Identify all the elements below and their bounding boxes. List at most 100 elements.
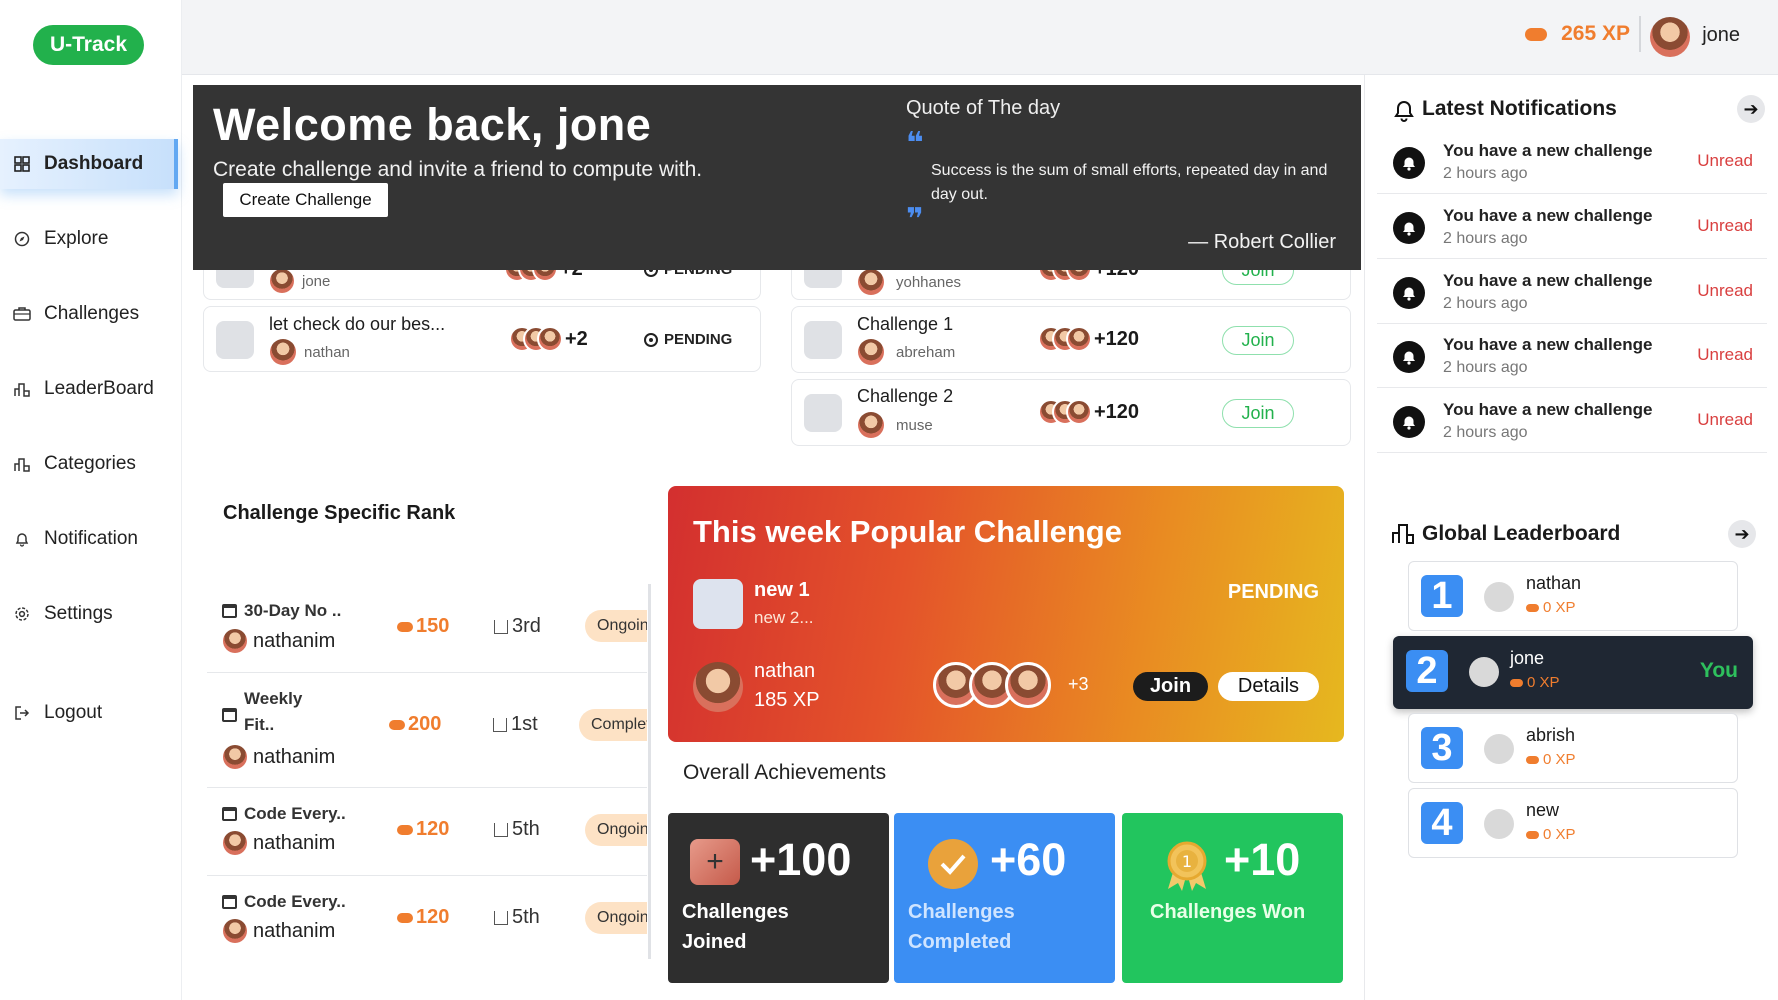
challenge-card[interactable]: Challenge 1 abreham +120 Join [791,306,1351,373]
details-button[interactable]: Details [1218,672,1319,701]
username[interactable]: jone [1702,24,1740,47]
user-avatar [858,339,884,365]
achievements-title: Overall Achievements [683,761,887,784]
challenge-username: abreham [896,343,956,361]
join-button[interactable]: Join [1222,326,1294,355]
rank-xp-value: 120 [416,906,450,928]
achievement-value: +100 [750,834,852,885]
scrollbar[interactable] [648,584,651,959]
leaderboard-xp-value: 0 XP [1543,826,1576,843]
challenge-card[interactable]: Challenge 2 muse +120 Join [791,379,1351,446]
leaderboard-entry[interactable]: 4 new 0 XP [1408,788,1738,858]
notifications-more-button[interactable]: ➔ [1737,95,1765,123]
quote-text: Success is the sum of small efforts, rep… [931,162,1328,203]
sidebar-item-notification[interactable]: Notification [0,514,178,564]
xp-icon [397,621,413,632]
xp-icon [1510,678,1523,687]
challenge-card[interactable]: let check do our bes... nathan +2 PENDIN… [203,306,761,372]
challenge-username: muse [896,416,933,434]
user-avatar [858,412,884,438]
rank-row[interactable]: Code Every.. nathanim 120 5th Ongoing [207,876,647,966]
quote-open-icon: ❝ [906,127,924,160]
status-badge: PENDING [644,331,732,348]
participant-avatar [537,326,563,352]
sidebar-item-leaderboard[interactable]: LeaderBoard [0,364,178,414]
sidebar-item-label: Explore [44,228,109,249]
notification-time: 2 hours ago [1443,359,1528,376]
challenge-title: Challenge 1 [857,314,954,334]
join-button[interactable]: Join [1133,672,1208,701]
top-bar: 265 XP jone [182,0,1778,75]
xp-icon [1526,830,1539,839]
notification-time: 2 hours ago [1443,424,1528,441]
notification-item[interactable]: You have a new challenge 2 hours ago Unr… [1377,390,1767,453]
rank-row[interactable]: Code Every.. nathanim 120 5th Ongoing [207,788,647,876]
notification-item[interactable]: You have a new challenge 2 hours ago Unr… [1377,196,1767,259]
divider [1364,75,1365,1000]
creator-xp: 185 XP [754,689,820,711]
popular-challenge-name: new 1 [754,579,810,601]
rank-user: nathanim [223,745,335,769]
user-avatar[interactable] [1650,17,1690,57]
rank-number: 1 [1421,575,1463,617]
creator-name: nathan [754,660,816,682]
rank-position-value: 5th [512,906,540,928]
leaderboard-more-button[interactable]: ➔ [1728,520,1756,548]
bar-chart-icon [12,454,32,474]
rank-xp: 120 [397,818,449,841]
calendar-icon [222,895,237,909]
notification-item[interactable]: You have a new challenge 2 hours ago Unr… [1377,261,1767,324]
xp-icon [389,719,405,730]
challenge-user: muse [858,412,933,438]
rank-xp-value: 200 [408,713,442,735]
notification-item[interactable]: You have a new challenge 2 hours ago Unr… [1377,325,1767,388]
sidebar-item-label: Dashboard [44,153,144,174]
notifications-title: Latest Notifications [1422,97,1617,120]
rank-row[interactable]: Weekly Fit.. nathanim 200 1st Completed [207,673,647,788]
sidebar-item-challenges[interactable]: Challenges [0,289,178,339]
xp-icon [397,912,413,923]
leaderboard-name: abrish [1526,725,1576,745]
podium-icon [494,822,508,837]
sidebar-item-settings[interactable]: Settings [0,589,178,639]
leaderboard-xp-value: 0 XP [1543,599,1576,616]
svg-text:1: 1 [1182,852,1192,871]
sidebar-item-dashboard[interactable]: Dashboard [0,139,178,189]
challenge-user: nathan [270,339,350,365]
status-badge: Ongoing [585,902,647,934]
pending-icon [644,332,658,347]
leaderboard-entry[interactable]: 1 nathan 0 XP [1408,561,1738,631]
sidebar-item-logout[interactable]: Logout [0,688,178,738]
rank-username: nathanim [253,629,336,652]
sidebar-item-label: Categories [44,453,136,474]
bell-icon [1393,406,1425,438]
rank-challenge-label: Code Every.. [244,892,346,911]
leaderboard-entry[interactable]: 3 abrish 0 XP [1408,713,1738,783]
app-logo[interactable]: U-Track [33,25,144,65]
rank-number: 2 [1406,650,1448,692]
xp-icon [1526,603,1539,612]
challenge-user: jone [270,269,330,293]
leaderboard-icon [1391,522,1415,549]
logout-icon [12,703,32,723]
sidebar-item-categories[interactable]: Categories [0,439,178,489]
rank-position: 5th [494,818,540,841]
welcome-banner: Welcome back, jone Create challenge and … [193,85,1361,270]
avatar [1469,657,1499,687]
bell-icon [1393,341,1425,373]
leaderboard-xp: 0 XP [1526,599,1576,616]
rank-username: nathanim [253,919,336,942]
participants-more: +120 [1094,400,1140,423]
create-challenge-button[interactable]: Create Challenge [223,183,388,217]
notification-item[interactable]: You have a new challenge 2 hours ago Unr… [1377,131,1767,194]
user-avatar [223,745,247,769]
rank-challenge-name: Weekly Fit.. [222,686,342,738]
rank-row[interactable]: 30-Day No .. nathanim 150 3rd Ongoing [207,578,647,673]
join-button[interactable]: Join [1222,399,1294,428]
calendar-icon [222,604,237,618]
leaderboard-entry-you[interactable]: 2 jone 0 XP You [1393,636,1753,709]
status-badge: Completed [579,709,647,741]
sidebar-item-explore[interactable]: Explore [0,214,178,264]
rank-username: nathanim [253,745,336,768]
arrow-right-icon: ➔ [1743,98,1759,119]
